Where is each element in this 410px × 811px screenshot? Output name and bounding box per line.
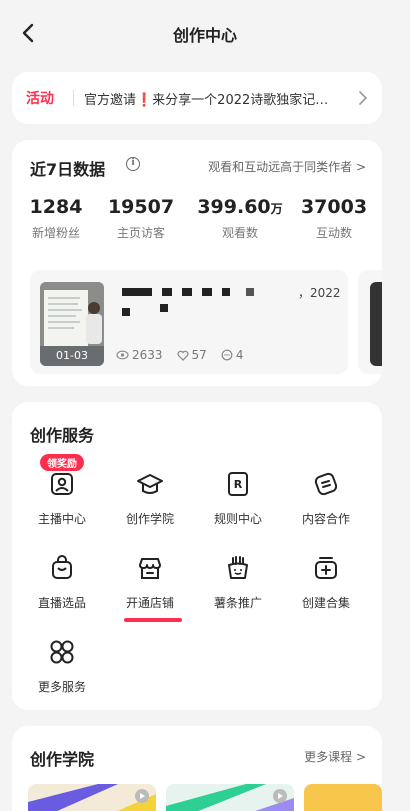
views-count: 2633 xyxy=(132,348,163,362)
page-title: 创作中心 xyxy=(172,26,237,45)
likes-metric: 57 xyxy=(177,348,207,362)
activity-text: 官方邀请❗️来分享一个2022诗歌独家记… xyxy=(84,93,329,108)
post-metrics: 2633 57 4 xyxy=(116,348,243,362)
activity-tag: 活动 xyxy=(26,91,54,107)
course-cover xyxy=(166,784,294,811)
service-label: 主播中心 xyxy=(37,512,86,526)
next-post-card[interactable] xyxy=(358,270,382,374)
stat-value: 19507 xyxy=(107,196,175,218)
stats-title: 近7日数据 xyxy=(30,160,106,179)
user-badge-icon xyxy=(51,473,73,495)
stat-label: 新增粉丝 xyxy=(31,226,80,240)
comment-icon xyxy=(221,349,233,361)
services-title: 创作服务 xyxy=(30,426,95,445)
activity-banner[interactable]: 活动 官方邀请❗️来分享一个2022诗歌独家记… xyxy=(12,72,382,124)
rules-book-icon: R xyxy=(228,472,248,496)
stats-card: 近7日数据 i 观看和互动远高于同类作者 > 1284 新增粉丝 19507 主… xyxy=(12,140,382,386)
stat-value: 399.60万 xyxy=(197,196,283,218)
service-create-collection[interactable]: 创建合集 xyxy=(286,554,366,611)
service-open-store[interactable]: 开通店铺 xyxy=(110,554,190,611)
shopping-bag-icon xyxy=(52,555,72,579)
grid-more-icon xyxy=(50,640,74,664)
service-label: 创作学院 xyxy=(125,512,174,526)
redacted-text xyxy=(162,288,172,296)
service-label: 直播选品 xyxy=(37,596,86,610)
info-icon[interactable]: i xyxy=(126,157,140,171)
fries-icon xyxy=(228,556,248,579)
academy-card: 创作学院 更多课程 > xyxy=(12,726,382,811)
collection-add-icon xyxy=(315,557,337,579)
comments-metric: 4 xyxy=(221,348,244,362)
handshake-icon xyxy=(314,472,338,496)
course-cover xyxy=(28,784,156,811)
service-label: 薯条推广 xyxy=(213,596,262,610)
post-thumbnail xyxy=(370,282,382,366)
post-thumbnail: 01-03 xyxy=(40,282,104,366)
redacted-text xyxy=(160,304,168,312)
post-title: ，2022 xyxy=(298,286,341,300)
stats-compare-link[interactable]: 观看和互动远高于同类作者 > xyxy=(208,158,366,175)
service-fries-promote[interactable]: 薯条推广 xyxy=(198,554,278,611)
post-date: 01-03 xyxy=(56,349,88,362)
service-live-selection[interactable]: 直播选品 xyxy=(22,554,102,611)
stat-label: 主页访客 xyxy=(116,226,165,240)
reward-badge[interactable]: 领奖励 xyxy=(40,454,84,471)
redacted-text xyxy=(202,288,212,296)
stat-label: 互动数 xyxy=(315,226,352,240)
course-card[interactable] xyxy=(304,784,382,811)
course-card[interactable] xyxy=(166,784,294,811)
service-label: 内容合作 xyxy=(301,512,350,526)
redacted-text xyxy=(122,288,152,296)
store-icon xyxy=(139,558,161,579)
recent-post-card[interactable]: 01-03 ，2022 2633 57 4 xyxy=(30,270,348,374)
stat-views[interactable]: 399.60万 观看数 xyxy=(192,196,288,241)
services-card: 创作服务 主播中心 创作学院 R 规则中心 内容合作 直播选品 开通店铺 薯条推… xyxy=(12,402,382,710)
likes-count: 57 xyxy=(191,348,207,362)
stat-value: 37003 xyxy=(300,196,368,218)
stat-label: 观看数 xyxy=(221,226,258,240)
redacted-text xyxy=(246,288,254,296)
selection-underline xyxy=(124,618,182,622)
service-label: 创建合集 xyxy=(301,596,350,610)
course-card[interactable] xyxy=(28,784,156,811)
eye-icon xyxy=(116,350,129,360)
stat-new-followers[interactable]: 1284 新增粉丝 xyxy=(24,196,88,241)
views-metric: 2633 xyxy=(116,348,163,362)
service-label: 开通店铺 xyxy=(125,596,174,610)
stat-value: 1284 xyxy=(29,196,83,218)
redacted-text xyxy=(122,308,130,316)
service-academy[interactable]: 创作学院 xyxy=(110,470,190,527)
divider xyxy=(73,90,74,106)
more-courses-link[interactable]: 更多课程 > xyxy=(304,748,366,765)
service-label: 规则中心 xyxy=(213,512,262,526)
stat-interactions[interactable]: 37003 互动数 xyxy=(296,196,372,241)
service-label: 更多服务 xyxy=(37,680,86,694)
service-content-coop[interactable]: 内容合作 xyxy=(286,470,366,527)
comments-count: 4 xyxy=(235,348,244,362)
svg-text:R: R xyxy=(234,478,243,491)
stat-profile-visitors[interactable]: 19507 主页访客 xyxy=(104,196,178,241)
service-more[interactable]: 更多服务 xyxy=(22,638,102,695)
service-rules[interactable]: R 规则中心 xyxy=(198,470,278,527)
academy-title: 创作学院 xyxy=(30,750,95,769)
redacted-text xyxy=(222,288,230,296)
chevron-right-icon xyxy=(359,91,368,105)
redacted-text xyxy=(182,288,192,296)
heart-icon xyxy=(177,350,189,361)
top-bar: 创作中心 xyxy=(0,0,410,64)
service-host-center[interactable]: 主播中心 xyxy=(22,470,102,527)
graduation-cap-icon xyxy=(137,474,163,494)
